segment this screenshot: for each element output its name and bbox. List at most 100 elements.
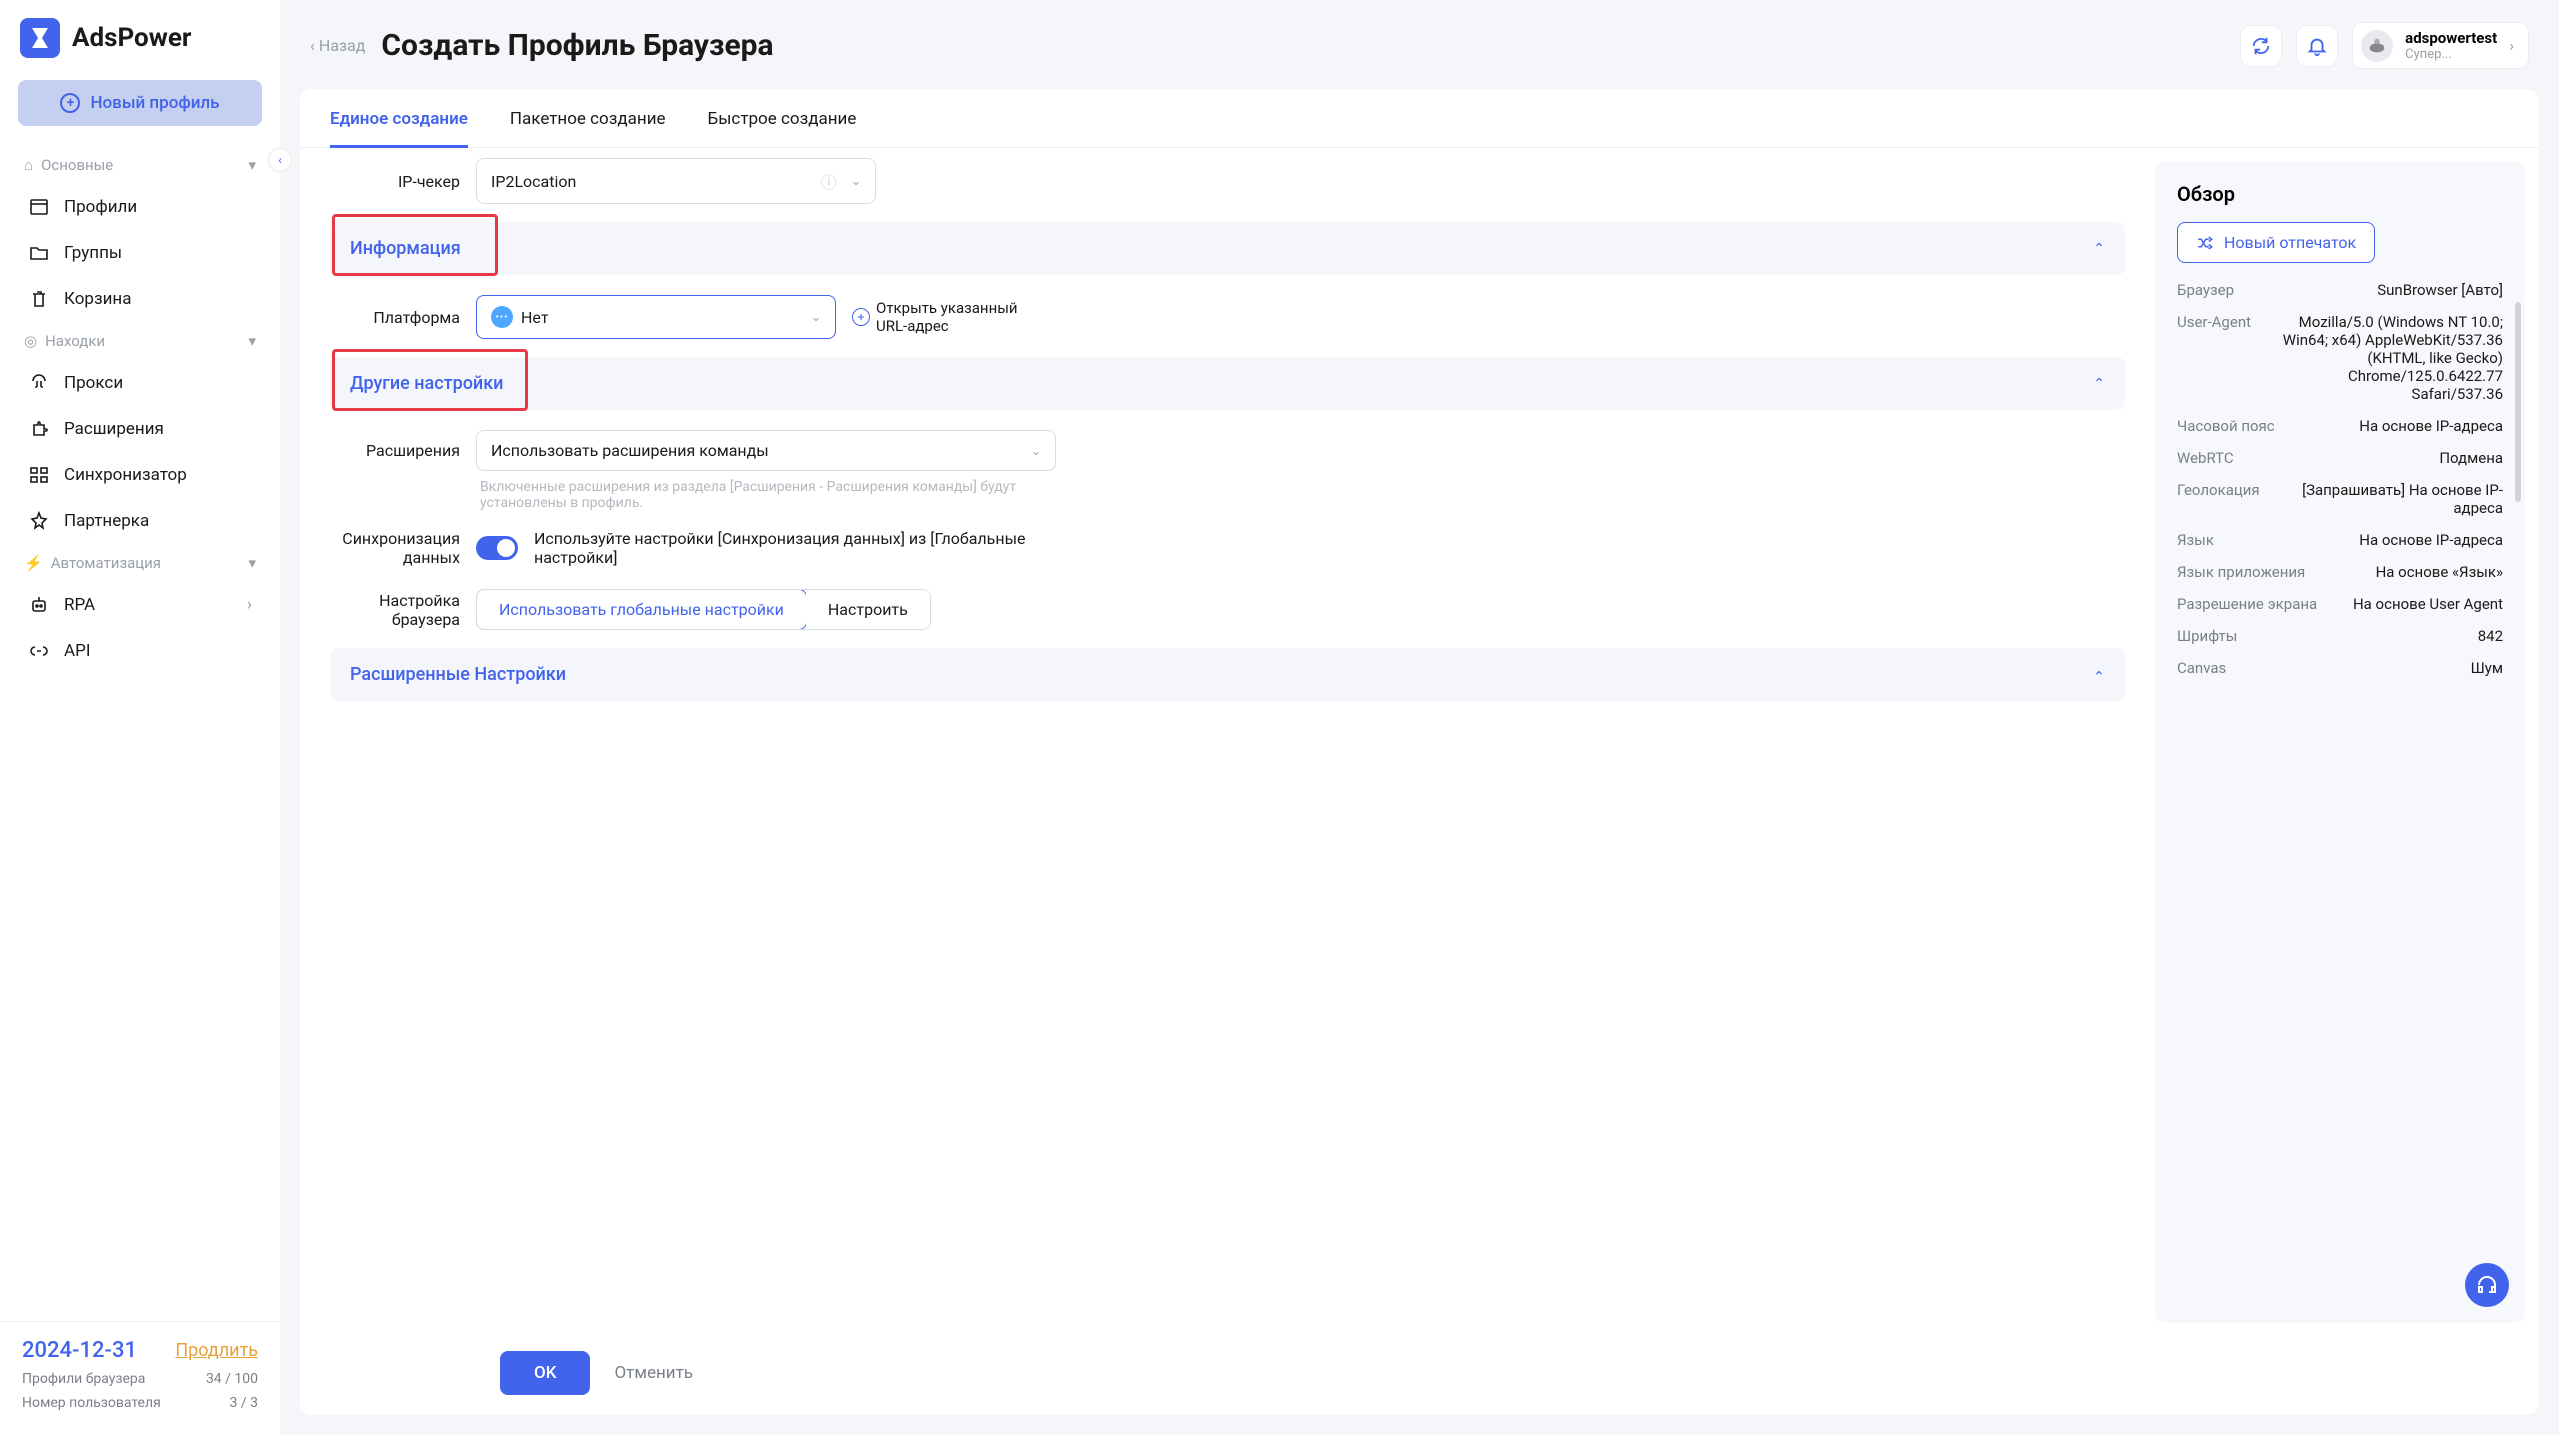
extensions-value: Использовать расширения команды: [491, 441, 769, 460]
logo-text: AdsPower: [72, 23, 191, 53]
overview-value: [Запрашивать] На основе IP-адреса: [2276, 481, 2503, 517]
sidebar-item-trash[interactable]: Корзина: [18, 276, 262, 322]
form-main: IP-чекер IP2Location ⓘ ⌄ Информация ⌃: [300, 148, 2155, 1337]
ok-button[interactable]: OK: [500, 1351, 590, 1395]
ip-checker-select[interactable]: IP2Location ⓘ ⌄: [476, 158, 876, 204]
cancel-button[interactable]: Отменить: [614, 1363, 693, 1383]
overview-value: Шум: [2471, 659, 2503, 677]
scrollbar[interactable]: [2515, 302, 2521, 502]
chevron-down-icon: ▾: [248, 332, 256, 350]
trash-icon: [28, 288, 50, 310]
chevron-up-icon: ⌃: [2093, 376, 2105, 392]
user-role: Супер...: [2405, 47, 2497, 62]
sidebar-item-label: API: [64, 641, 90, 661]
section-info[interactable]: Информация ⌃: [330, 222, 2125, 275]
help-button[interactable]: [2465, 1263, 2509, 1307]
sidebar-item-label: Расширения: [64, 419, 164, 439]
sync-toggle[interactable]: [476, 536, 518, 560]
overview-value: SunBrowser [Авто]: [2377, 281, 2503, 299]
chevron-down-icon: ⌄: [851, 174, 861, 188]
sidebar-item-label: Синхронизатор: [64, 465, 187, 485]
sidebar-item-proxy[interactable]: Прокси: [18, 360, 262, 406]
page-title: Создать Профиль Браузера: [381, 28, 773, 63]
sidebar-item-rpa[interactable]: RPA ›: [18, 582, 262, 628]
nav-section-auto[interactable]: ⚡ Автоматизация ▾: [18, 544, 262, 582]
topbar: ‹ Назад Создать Профиль Браузера adspowe…: [280, 0, 2559, 89]
ip-checker-value: IP2Location: [491, 172, 576, 191]
api-icon: [28, 640, 50, 662]
proxy-icon: [28, 372, 50, 394]
section-title: Информация: [350, 238, 461, 259]
open-url-link[interactable]: + Открыть указанный URL-адрес: [852, 299, 1046, 335]
back-button[interactable]: ‹ Назад: [310, 36, 365, 55]
chevron-down-icon: ▾: [248, 156, 256, 174]
nav-section-label: Автоматизация: [51, 554, 161, 572]
sync-button[interactable]: [2240, 25, 2282, 67]
overview-value: На основе User Agent: [2353, 595, 2503, 613]
new-fingerprint-button[interactable]: Новый отпечаток: [2177, 222, 2375, 263]
tab-quick[interactable]: Быстрое создание: [708, 109, 857, 147]
compass-icon: ◎: [24, 332, 37, 350]
platform-value: Нет: [521, 308, 549, 327]
warning-icon: ⓘ: [821, 169, 837, 193]
browser-settings-custom[interactable]: Настроить: [806, 590, 930, 629]
extend-link[interactable]: Продлить: [175, 1340, 258, 1361]
tab-batch[interactable]: Пакетное создание: [510, 109, 666, 147]
bolt-icon: ⚡: [24, 554, 43, 572]
logo-icon: [20, 18, 60, 58]
section-title: Расширенные Настройки: [350, 664, 566, 685]
footer-actions: OK Отменить: [300, 1337, 2539, 1415]
overview-key: Разрешение экрана: [2177, 595, 2317, 613]
new-fingerprint-label: Новый отпечаток: [2224, 233, 2356, 252]
overview-key: Язык: [2177, 531, 2214, 549]
ip-checker-label: IP-чекер: [330, 172, 460, 191]
puzzle-icon: [28, 418, 50, 440]
overview-value: На основе IP-адреса: [2359, 417, 2503, 435]
overview-title: Обзор: [2177, 182, 2503, 206]
overview-row: WebRTC Подмена: [2177, 449, 2503, 467]
overview-key: Язык приложения: [2177, 563, 2305, 581]
profiles-count-value: 34 / 100: [206, 1371, 258, 1387]
sidebar-item-label: RPA: [64, 595, 95, 615]
sidebar-item-sync[interactable]: Синхронизатор: [18, 452, 262, 498]
new-profile-button[interactable]: + Новый профиль: [18, 80, 262, 126]
nav-section-finds[interactable]: ◎ Находки ▾: [18, 322, 262, 360]
browser-settings-global[interactable]: Использовать глобальные настройки: [476, 589, 807, 630]
new-profile-label: Новый профиль: [90, 93, 219, 113]
collapse-sidebar-button[interactable]: ‹: [268, 148, 292, 172]
users-count-value: 3 / 3: [230, 1395, 258, 1411]
overview-row: Геолокация[Запрашивать] На основе IP-адр…: [2177, 481, 2503, 517]
section-other[interactable]: Другие настройки ⌃: [330, 357, 2125, 410]
sidebar-item-extensions[interactable]: Расширения: [18, 406, 262, 452]
platform-badge-icon: •••: [491, 306, 513, 328]
overview-row: CanvasШум: [2177, 659, 2503, 677]
overview-key: WebRTC: [2177, 449, 2234, 467]
back-label: Назад: [319, 36, 366, 55]
sidebar-item-api[interactable]: API: [18, 628, 262, 674]
notifications-button[interactable]: [2296, 25, 2338, 67]
overview-value: Подмена: [2439, 449, 2503, 467]
nav-section-basic[interactable]: ⌂ Основные ▾: [18, 146, 262, 184]
sidebar: AdsPower + Новый профиль ‹ ⌂ Основные ▾ …: [0, 0, 280, 1435]
sidebar-item-groups[interactable]: Группы: [18, 230, 262, 276]
overview-row: Разрешение экрана На основе User Agent: [2177, 595, 2503, 613]
overview-value: 842: [2478, 627, 2503, 645]
extensions-select[interactable]: Использовать расширения команды ⌄: [476, 430, 1056, 471]
star-icon: [28, 510, 50, 532]
platform-select[interactable]: ••• Нет ⌄: [476, 295, 836, 339]
home-icon: ⌂: [24, 156, 33, 174]
plus-circle-icon: +: [852, 308, 870, 326]
extensions-label: Расширения: [330, 441, 460, 460]
tab-single[interactable]: Единое создание: [330, 109, 468, 148]
sidebar-item-partner[interactable]: Партнерка: [18, 498, 262, 544]
sidebar-item-label: Корзина: [64, 289, 131, 309]
overview-row: ЯзыкНа основе IP-адреса: [2177, 531, 2503, 549]
user-name: adspowertest: [2405, 29, 2497, 47]
section-advanced[interactable]: Расширенные Настройки ⌄: [330, 648, 2125, 701]
sidebar-item-profiles[interactable]: Профили: [18, 184, 262, 230]
overview-key: Браузер: [2177, 281, 2234, 299]
sidebar-item-label: Профили: [64, 197, 137, 217]
profiles-count-label: Профили браузера: [22, 1371, 145, 1387]
user-menu[interactable]: adspowertest Супер... ›: [2352, 22, 2529, 69]
sidebar-item-label: Партнерка: [64, 511, 149, 531]
